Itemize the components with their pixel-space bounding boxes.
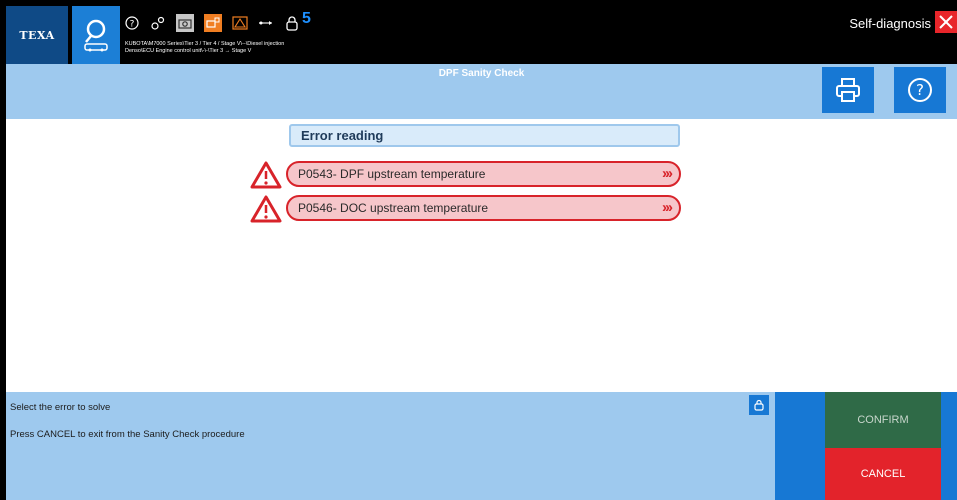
page-title: DPF Sanity Check: [438, 68, 525, 79]
cancel-button[interactable]: CANCEL: [825, 448, 941, 500]
vehicle-icon[interactable]: [204, 14, 222, 32]
chevron-right-icon: ›››: [662, 165, 673, 182]
question-icon: ?: [908, 78, 932, 102]
warning-triangle-icon: [250, 161, 282, 189]
gears-icon[interactable]: [150, 15, 166, 31]
help-icon[interactable]: ?: [124, 15, 140, 31]
search-button[interactable]: [72, 6, 120, 64]
path-line-2: Denso\ECU Engine control unit\-\-\Tier 3…: [125, 48, 252, 54]
warning-triangle-icon: [250, 195, 282, 223]
lock-count-badge: 5: [302, 10, 311, 27]
close-icon: [939, 15, 953, 29]
section-title: Self-diagnosis: [849, 16, 931, 31]
help-button[interactable]: ?: [894, 67, 946, 113]
error-label: P0543- DPF upstream temperature: [298, 167, 486, 181]
instruction-cancel: Press CANCEL to exit from the Sanity Che…: [10, 429, 245, 440]
error-row[interactable]: P0543- DPF upstream temperature ›››: [250, 161, 685, 189]
texa-logo: TEXA: [6, 6, 68, 64]
error-label: P0546- DOC upstream temperature: [298, 201, 489, 215]
side-blue-panel: [775, 392, 825, 500]
error-row[interactable]: P0546- DOC upstream temperature ›››: [250, 195, 685, 223]
footer-panel: Select the error to solve Press CANCEL t…: [6, 392, 957, 500]
lock-button[interactable]: [749, 395, 769, 415]
usb-icon: [258, 15, 274, 31]
lock-icon: [754, 399, 764, 411]
top-bar: TEXA ? 5 KUBOTA\M7000 Series\Tier 3 / Ti…: [6, 6, 957, 64]
magnifier-car-icon: [84, 19, 108, 52]
confirm-button[interactable]: CONFIRM: [825, 392, 941, 448]
camera-icon[interactable]: [176, 14, 194, 32]
lock-icon: [284, 15, 300, 31]
toolbar-icons: ? 5: [124, 10, 311, 34]
close-button[interactable]: [935, 11, 957, 33]
procedure-header: DPF Sanity Check ?: [6, 64, 957, 119]
svg-text:?: ?: [916, 81, 924, 99]
chevron-right-icon: ›››: [662, 199, 673, 216]
error-reading-title: Error reading: [289, 124, 680, 147]
right-edge-strip: [941, 392, 957, 500]
error-list-panel: Error reading P0543- DPF upstream temper…: [6, 119, 957, 392]
print-button[interactable]: [822, 67, 874, 113]
path-line-1: KUBOTA\M7000 Series\Tier 3 / Tier 4 / St…: [125, 41, 285, 47]
instruction-select: Select the error to solve: [10, 402, 111, 413]
svg-text:?: ?: [130, 20, 135, 30]
error-item-p0543[interactable]: P0543- DPF upstream temperature ›››: [286, 161, 681, 187]
printer-icon: [836, 78, 860, 102]
error-item-p0546[interactable]: P0546- DOC upstream temperature ›››: [286, 195, 681, 221]
warning-icon[interactable]: [232, 15, 248, 31]
vehicle-path: KUBOTA\M7000 Series\Tier 3 / Tier 4 / St…: [125, 41, 284, 55]
